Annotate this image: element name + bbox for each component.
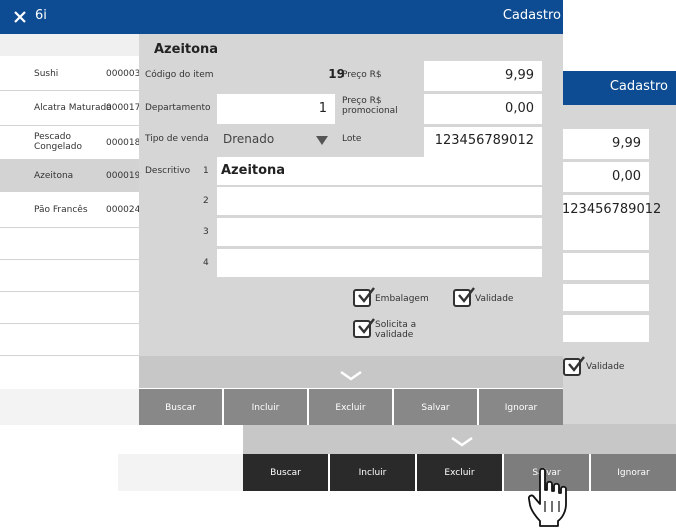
back-desc-field-2[interactable]: [562, 223, 649, 250]
back-ignorar-button[interactable]: Ignorar: [591, 454, 676, 491]
checkmark-icon: [358, 318, 375, 334]
desc-line-number: 1: [203, 166, 209, 176]
back-incluir-button[interactable]: Incluir: [330, 454, 415, 491]
list-header: [0, 34, 139, 56]
descritivo-field-4[interactable]: [217, 249, 542, 277]
list-item[interactable]: Pão Francês 000024: [0, 193, 140, 226]
chevron-down-icon[interactable]: [339, 370, 363, 382]
back-lote-field[interactable]: 123456789012: [562, 195, 661, 225]
front-window: 6i Cadastro Sushi 000003 Alcatra Maturad…: [0, 0, 563, 425]
chevron-down-icon[interactable]: [450, 436, 474, 448]
back-desc-field-5[interactable]: [562, 315, 649, 342]
lote-field[interactable]: 123456789012: [424, 127, 542, 157]
validade-label: Validade: [475, 294, 514, 304]
back-promo-price-field[interactable]: 0,00: [562, 162, 649, 192]
codigo-value: 19: [328, 67, 345, 81]
back-price-field[interactable]: 9,99: [562, 129, 649, 159]
departamento-field[interactable]: 1: [217, 94, 335, 124]
checkmark-icon: [358, 287, 375, 303]
list-footer: [0, 389, 139, 425]
salvar-button[interactable]: Salvar: [394, 389, 477, 425]
tipo-venda-label: Tipo de venda: [145, 134, 209, 144]
list-item-selected[interactable]: Azeitona 000019: [0, 159, 140, 192]
back-list-row: [118, 454, 243, 491]
preco-promo-label: Preço R$ promocional: [342, 96, 398, 116]
preco-label: Preço R$: [342, 70, 382, 80]
back-buscar-button[interactable]: Buscar: [243, 454, 328, 491]
descritivo-label: Descritivo: [145, 166, 191, 176]
dropdown-arrow-icon: [316, 136, 328, 145]
embalagem-checkbox[interactable]: [353, 287, 375, 307]
incluir-button[interactable]: Incluir: [224, 389, 307, 425]
back-validade-checkbox[interactable]: [563, 356, 585, 376]
descritivo-field-1[interactable]: Azeitona: [217, 157, 542, 185]
item-title: Azeitona: [154, 42, 219, 57]
preco-field[interactable]: 9,99: [424, 61, 542, 91]
list-item[interactable]: Sushi 000003: [0, 57, 140, 89]
app-title: 6i: [35, 8, 47, 23]
descritivo-field-2[interactable]: [217, 187, 542, 215]
tipo-venda-select[interactable]: Drenado: [217, 126, 335, 154]
embalagem-label: Embalagem: [375, 294, 429, 304]
back-title-bar: Cadastro: [562, 71, 676, 105]
buscar-button[interactable]: Buscar: [139, 389, 222, 425]
desc-line-number: 3: [203, 227, 209, 237]
list-item[interactable]: Pescado Congelado 000018: [0, 126, 140, 158]
descritivo-field-3[interactable]: [217, 218, 542, 246]
list-item[interactable]: Alcatra Maturada 000017: [0, 91, 140, 124]
front-header: 6i Cadastro: [0, 0, 563, 34]
desc-line-number: 4: [203, 258, 209, 268]
checkmark-icon: [568, 356, 585, 372]
lote-label: Lote: [342, 134, 362, 144]
item-list: Sushi 000003 Alcatra Maturada 000017 Pes…: [0, 34, 140, 425]
hand-pointer-icon: [528, 468, 567, 527]
back-desc-field-4[interactable]: [562, 284, 649, 311]
departamento-label: Departamento: [145, 103, 211, 113]
tipo-venda-value: Drenado: [223, 132, 275, 146]
checkmark-icon: [458, 287, 475, 303]
excluir-button[interactable]: Excluir: [309, 389, 392, 425]
descritivo-value-1: Azeitona: [221, 163, 286, 178]
back-desc-field-3[interactable]: [562, 253, 649, 280]
desc-line-number: 2: [203, 196, 209, 206]
solicita-validade-checkbox[interactable]: [353, 318, 375, 338]
close-icon[interactable]: [14, 11, 26, 23]
preco-promo-field[interactable]: 0,00: [424, 94, 542, 124]
solicita-validade-label: Solicita a validade: [375, 320, 417, 340]
back-title: Cadastro: [609, 79, 668, 94]
back-excluir-button[interactable]: Excluir: [417, 454, 502, 491]
form-panel: Azeitona Código do item 19 Preço R$ 9,99…: [139, 34, 563, 356]
validade-checkbox[interactable]: [453, 287, 475, 307]
codigo-label: Código do item: [145, 70, 214, 80]
header-right-title: Cadastro: [502, 8, 561, 23]
ignorar-button[interactable]: Ignorar: [479, 389, 563, 425]
front-chevron-strip: [139, 356, 563, 388]
back-chevron-strip: [243, 424, 676, 454]
back-validade-label: Validade: [586, 362, 625, 372]
